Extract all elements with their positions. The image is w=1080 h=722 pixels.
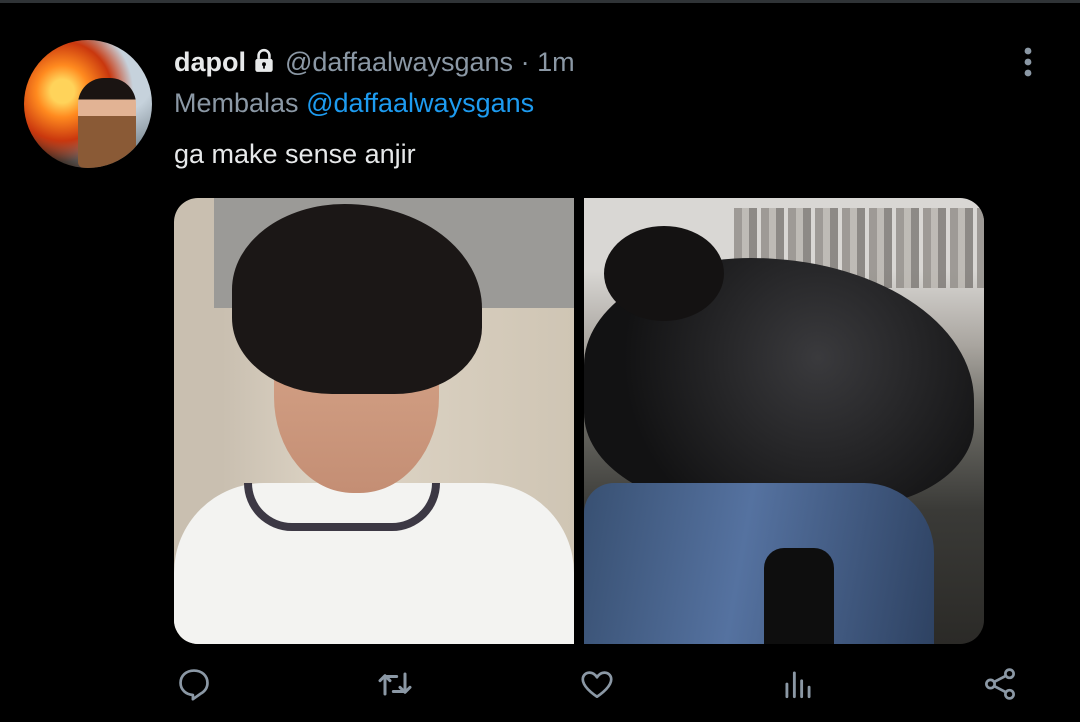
retweet-button[interactable] <box>370 662 420 706</box>
top-divider <box>0 0 1080 3</box>
reply-icon <box>175 665 213 703</box>
reply-context: Membalas @daffaalwaysgans <box>174 85 534 121</box>
tweet-media[interactable] <box>174 198 984 644</box>
display-name[interactable]: dapol <box>174 47 246 77</box>
analytics-button[interactable] <box>773 662 823 706</box>
more-vertical-icon[interactable] <box>1016 44 1040 80</box>
share-button[interactable] <box>975 662 1025 706</box>
user-handle[interactable]: @daffaalwaysgans <box>285 47 513 77</box>
tweet-header: dapol @daffaalwaysgans · 1m <box>174 44 575 83</box>
share-icon <box>981 665 1019 703</box>
tweet-text: ga make sense anjir <box>174 139 416 169</box>
avatar-person-figure <box>78 78 136 168</box>
reply-prefix: Membalas <box>174 88 299 118</box>
retweet-icon <box>375 664 415 704</box>
lock-icon <box>251 47 277 83</box>
media-photo-1[interactable] <box>174 198 574 644</box>
reply-button[interactable] <box>169 662 219 706</box>
analytics-icon <box>779 665 817 703</box>
reply-to-handle[interactable]: @daffaalwaysgans <box>306 88 534 118</box>
avatar[interactable] <box>24 40 152 168</box>
photo-shoe <box>764 548 834 644</box>
timestamp[interactable]: 1m <box>537 47 575 77</box>
photo-hair <box>604 226 724 321</box>
media-photo-2[interactable] <box>584 198 984 644</box>
separator-dot: · <box>520 47 530 77</box>
heart-icon <box>578 665 616 703</box>
tweet-actions <box>174 662 1030 706</box>
photo-jeans <box>584 483 934 644</box>
like-button[interactable] <box>572 662 622 706</box>
